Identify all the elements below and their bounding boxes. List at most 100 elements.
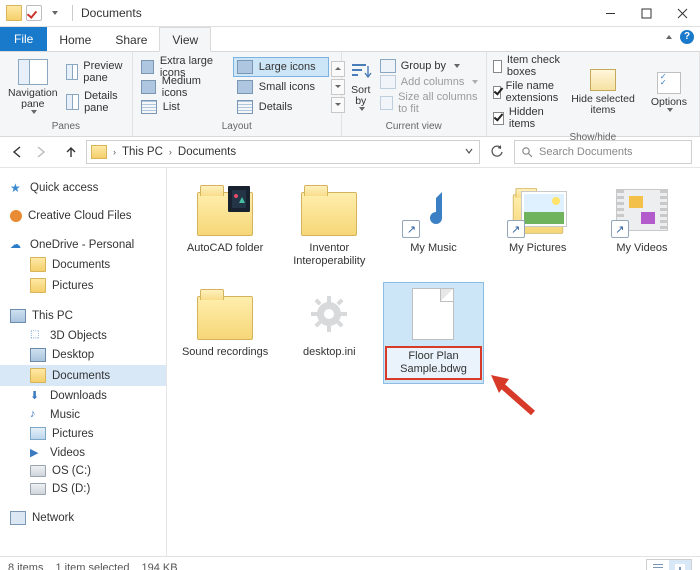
view-details-button[interactable] <box>647 560 669 570</box>
add-columns-icon <box>380 75 396 89</box>
hide-selected-items-button[interactable]: Hide selected items <box>563 54 643 130</box>
file-item-inventor-interoperability[interactable]: Inventor Interoperability <box>279 178 379 272</box>
view-mode-toggle <box>646 559 692 570</box>
file-item-autocad-folder[interactable]: AutoCAD folder <box>175 178 275 272</box>
file-item-my-videos[interactable]: ↗ My Videos <box>592 178 692 272</box>
status-item-count: 8 items <box>8 562 43 570</box>
sidebar-item-music[interactable]: ♪ Music <box>0 405 166 424</box>
minimize-button[interactable] <box>592 0 628 26</box>
chevron-down-icon <box>359 107 365 111</box>
layout-scroll-down[interactable] <box>331 79 345 95</box>
large-icons-icon <box>237 60 253 74</box>
search-input[interactable]: Search Documents <box>514 140 692 164</box>
status-bar: 8 items 1 item selected 194 KB <box>0 556 700 570</box>
options-icon <box>657 72 681 94</box>
sidebar-item-documents[interactable]: Documents <box>0 365 166 386</box>
ribbon-group-caption: Current view <box>346 119 482 134</box>
sidebar-item-3d-objects[interactable]: ⬚ 3D Objects <box>0 326 166 345</box>
tab-home[interactable]: Home <box>47 28 103 51</box>
breadcrumb-history-dropdown[interactable] <box>459 146 479 158</box>
sidebar-item-os-c[interactable]: OS (C:) <box>0 462 166 480</box>
tab-file[interactable]: File <box>0 27 47 51</box>
tab-view[interactable]: View <box>159 27 211 52</box>
layout-details[interactable]: Details <box>233 97 329 117</box>
sort-by-button[interactable]: Sort by <box>346 54 376 119</box>
breadcrumb-segment-this-pc[interactable]: This PC <box>122 146 163 158</box>
sidebar-item-this-pc[interactable]: This PC <box>0 306 166 326</box>
collapse-ribbon-icon[interactable] <box>666 35 672 39</box>
preview-pane-button[interactable]: Preview pane <box>66 59 128 85</box>
view-large-icons-button[interactable] <box>669 560 691 570</box>
breadcrumb-segment-documents[interactable]: Documents <box>178 146 236 158</box>
sidebar-item-onedrive[interactable]: ☁ OneDrive - Personal <box>0 235 166 254</box>
file-item-my-music[interactable]: ↗ My Music <box>383 178 483 272</box>
sidebar-item-videos[interactable]: ▶ Videos <box>0 443 166 462</box>
sidebar-item-onedrive-pictures[interactable]: Pictures <box>0 275 166 296</box>
group-by-button[interactable]: Group by <box>380 59 482 73</box>
checkbox-file-name-extensions[interactable]: File name extensions <box>493 80 564 104</box>
status-selected-size: 194 KB <box>141 562 177 570</box>
layout-scroll-up[interactable] <box>331 61 345 77</box>
video-icon: ▶ <box>30 446 44 459</box>
details-icon <box>237 100 253 114</box>
sort-icon <box>350 62 372 82</box>
sidebar-item-network[interactable]: Network <box>0 508 166 528</box>
layout-large-icons[interactable]: Large icons <box>233 57 329 77</box>
up-button[interactable] <box>62 143 80 161</box>
qat-customise-dropdown[interactable] <box>52 11 58 15</box>
maximize-button[interactable] <box>628 0 664 26</box>
desktop-icon <box>30 348 46 362</box>
drive-icon <box>30 483 46 495</box>
options-button[interactable]: Options <box>643 54 695 130</box>
checkbox-icon <box>493 86 501 99</box>
sidebar-item-onedrive-documents[interactable]: Documents <box>0 254 166 275</box>
size-columns-icon <box>380 96 393 110</box>
close-button[interactable] <box>664 0 700 26</box>
checkbox-icon <box>493 112 504 125</box>
small-icons-icon <box>237 80 253 94</box>
file-item-desktop-ini[interactable]: desktop.ini <box>279 282 379 384</box>
back-button[interactable] <box>8 143 26 161</box>
pictures-folder-icon: ↗ <box>507 182 569 238</box>
qat-properties-icon[interactable] <box>26 5 42 21</box>
sidebar-item-pictures[interactable]: Pictures <box>0 424 166 443</box>
forward-button[interactable] <box>32 143 50 161</box>
item-area[interactable]: AutoCAD folder Inventor Interoperability… <box>167 168 700 556</box>
sidebar-item-creative-cloud[interactable]: Creative Cloud Files <box>0 207 166 225</box>
layout-medium-icons[interactable]: Medium icons <box>137 77 233 97</box>
refresh-button[interactable] <box>486 145 508 159</box>
preview-pane-label: Preview pane <box>83 60 127 84</box>
shortcut-arrow-icon: ↗ <box>611 220 629 238</box>
ribbon-group-caption: Layout <box>137 119 337 134</box>
layout-expand[interactable] <box>331 97 345 113</box>
checkbox-item-check-boxes[interactable]: Item check boxes <box>493 54 564 78</box>
network-icon <box>10 511 26 525</box>
ribbon-group-layout: Extra large icons Large icons Medium ico… <box>133 52 342 136</box>
qat-app-icon[interactable] <box>6 5 22 21</box>
layout-list[interactable]: List <box>137 97 233 117</box>
help-icon[interactable]: ? <box>680 30 694 44</box>
ribbon-group-current-view: Sort by Group by Add columns Size all co… <box>342 52 487 136</box>
picture-icon <box>30 427 46 440</box>
sidebar-item-downloads[interactable]: ⬇ Downloads <box>0 386 166 405</box>
folder-icon <box>194 182 256 238</box>
details-pane-button[interactable]: Details pane <box>66 89 128 115</box>
sidebar-item-ds-d[interactable]: DS (D:) <box>0 480 166 498</box>
music-folder-icon: ↗ <box>402 182 464 238</box>
layout-extra-large-icons[interactable]: Extra large icons <box>137 57 233 77</box>
list-icon <box>141 100 157 114</box>
breadcrumb[interactable]: › This PC › Documents <box>86 140 480 164</box>
tab-share[interactable]: Share <box>103 28 159 51</box>
navigation-pane-button[interactable]: Navigation pane <box>4 54 62 119</box>
size-columns-button[interactable]: Size all columns to fit <box>380 91 482 115</box>
checkbox-hidden-items[interactable]: Hidden items <box>493 106 564 130</box>
layout-small-icons[interactable]: Small icons <box>233 77 329 97</box>
chevron-down-icon <box>667 108 673 112</box>
sidebar-item-desktop[interactable]: Desktop <box>0 345 166 365</box>
explorer-body: ★ Quick access Creative Cloud Files ☁ On… <box>0 168 700 556</box>
file-item-floor-plan-sample[interactable]: Floor Plan Sample.bdwg <box>383 282 483 384</box>
file-item-my-pictures[interactable]: ↗ My Pictures <box>488 178 588 272</box>
sidebar-item-quick-access[interactable]: ★ Quick access <box>0 178 166 197</box>
file-item-sound-recordings[interactable]: Sound recordings <box>175 282 275 384</box>
add-columns-button[interactable]: Add columns <box>380 75 482 89</box>
